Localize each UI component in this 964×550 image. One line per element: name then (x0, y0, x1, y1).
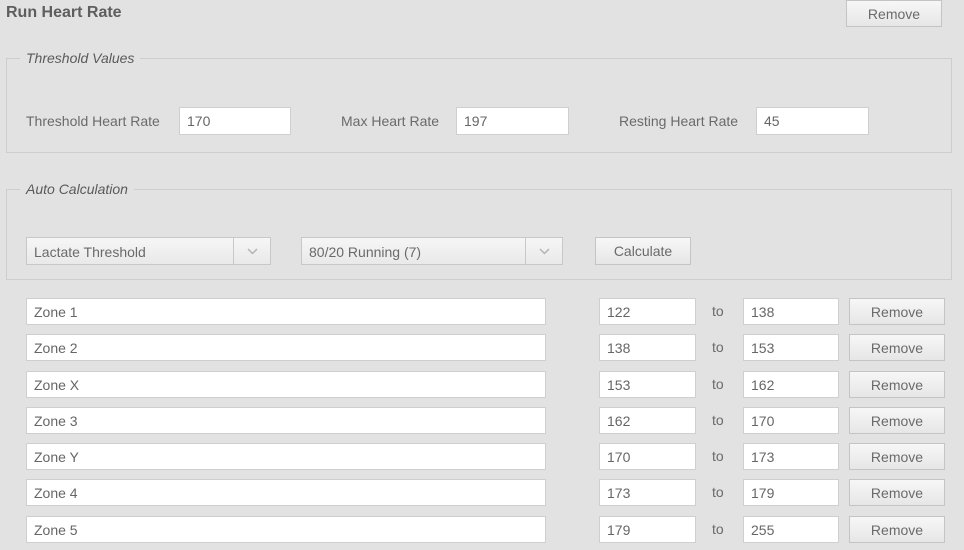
zone-to-label: to (712, 376, 724, 392)
remove-zone-button[interactable]: Remove (849, 371, 945, 398)
remove-section-button[interactable]: Remove (846, 0, 942, 27)
zone-to-input[interactable] (743, 334, 839, 361)
threshold-values-fieldset: Threshold Values Threshold Heart Rate Ma… (6, 50, 952, 153)
zone-from-input[interactable] (599, 443, 696, 470)
remove-zone-button[interactable]: Remove (849, 407, 945, 434)
zone-name-input[interactable] (26, 479, 546, 506)
page-title: Run Heart Rate (6, 4, 122, 21)
threshold-heart-rate-input[interactable] (179, 107, 291, 135)
zone-from-input[interactable] (599, 407, 696, 434)
zone-from-input[interactable] (599, 479, 696, 506)
remove-zone-button[interactable]: Remove (849, 479, 945, 506)
zone-from-input[interactable] (599, 371, 696, 398)
zone-to-label: to (712, 448, 724, 464)
zone-to-input[interactable] (743, 371, 839, 398)
zone-row: to Remove (0, 298, 964, 326)
zone-to-input[interactable] (743, 443, 839, 470)
zone-name-input[interactable] (26, 516, 546, 543)
zone-to-input[interactable] (743, 479, 839, 506)
remove-zone-button[interactable]: Remove (849, 298, 945, 325)
zone-row: to Remove (0, 443, 964, 471)
zone-to-input[interactable] (743, 516, 839, 543)
zone-row: to Remove (0, 371, 964, 399)
zone-to-label: to (712, 484, 724, 500)
zone-to-label: to (712, 303, 724, 319)
zone-name-input[interactable] (26, 298, 546, 325)
zone-to-input[interactable] (743, 298, 839, 325)
chevron-down-icon[interactable] (233, 238, 270, 264)
zone-name-input[interactable] (26, 371, 546, 398)
remove-zone-button[interactable]: Remove (849, 516, 945, 543)
zone-from-input[interactable] (599, 334, 696, 361)
chevron-down-icon[interactable] (525, 238, 562, 264)
zone-row: to Remove (0, 516, 964, 544)
zone-name-input[interactable] (26, 407, 546, 434)
threshold-heart-rate-label: Threshold Heart Rate (26, 113, 160, 129)
max-heart-rate-input[interactable] (456, 107, 569, 135)
remove-zone-button[interactable]: Remove (849, 334, 945, 361)
zone-to-input[interactable] (743, 407, 839, 434)
remove-zone-button[interactable]: Remove (849, 443, 945, 470)
resting-heart-rate-label: Resting Heart Rate (619, 113, 739, 129)
zone-name-input[interactable] (26, 334, 546, 361)
zone-model-value: 80/20 Running (7) (309, 244, 422, 260)
resting-heart-rate-input[interactable] (756, 107, 869, 135)
zone-to-label: to (712, 412, 724, 428)
zone-name-input[interactable] (26, 443, 546, 470)
zone-row: to Remove (0, 334, 964, 362)
auto-calculation-legend: Auto Calculation (26, 181, 128, 197)
calculation-method-value: Lactate Threshold (34, 244, 146, 260)
zone-from-input[interactable] (599, 298, 696, 325)
zone-row: to Remove (0, 479, 964, 507)
zone-model-select[interactable]: 80/20 Running (7) (301, 237, 563, 265)
zone-to-label: to (712, 339, 724, 355)
max-heart-rate-label: Max Heart Rate (341, 113, 440, 129)
zone-row: to Remove (0, 407, 964, 435)
zone-from-input[interactable] (599, 516, 696, 543)
calculation-method-select[interactable]: Lactate Threshold (26, 237, 271, 265)
auto-calculation-fieldset: Auto Calculation Lactate Threshold 80/20… (6, 181, 952, 280)
threshold-values-legend: Threshold Values (26, 50, 135, 66)
calculate-button[interactable]: Calculate (595, 237, 691, 265)
zone-to-label: to (712, 521, 724, 537)
